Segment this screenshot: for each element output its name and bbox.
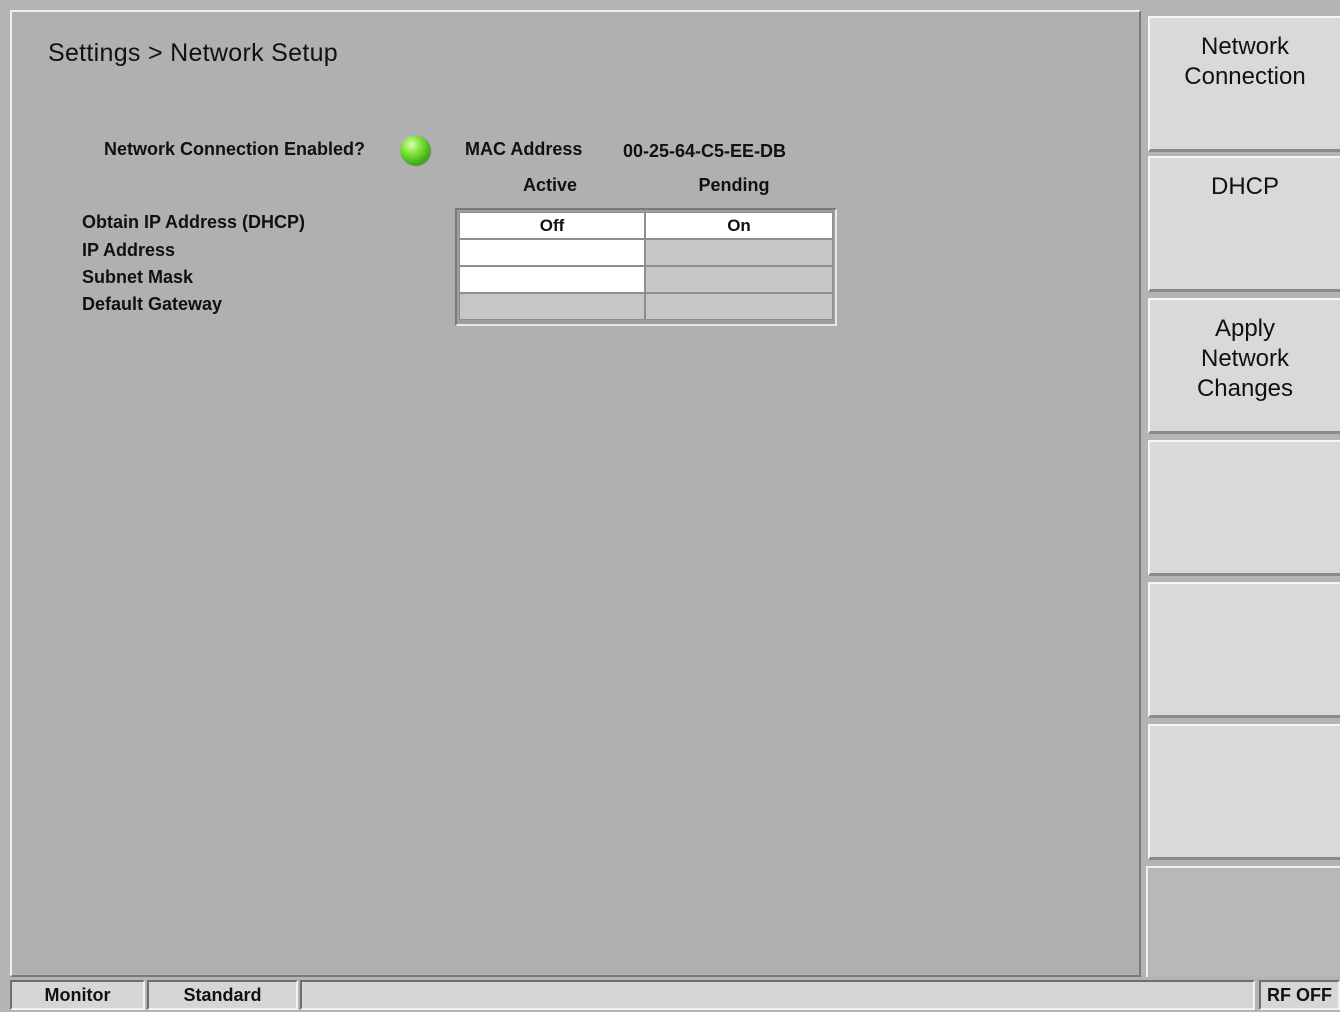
row-label-dhcp: Obtain IP Address (DHCP): [82, 212, 306, 232]
softkey-blank-4: [1148, 440, 1340, 576]
cell-ip-address-active[interactable]: [459, 239, 645, 266]
status-rf: RF OFF: [1259, 980, 1340, 1010]
mac-address-label: MAC Address: [465, 139, 583, 159]
status-mode[interactable]: Monitor: [10, 980, 145, 1010]
softkey-label-line: Network: [1200, 33, 1290, 60]
status-bar: Monitor Standard RF OFF: [0, 977, 1340, 1012]
row-label-default-gateway: Default Gateway: [82, 294, 223, 314]
softkey-label-line: Changes: [1196, 375, 1294, 402]
softkey-info-panel: [1146, 866, 1340, 977]
softkey-label-line: Network: [1200, 345, 1290, 372]
softkey-apply-network-changes[interactable]: Apply Network Changes: [1148, 298, 1340, 434]
softkey-dhcp[interactable]: DHCP: [1148, 156, 1340, 292]
row-label-subnet-mask: Subnet Mask: [82, 267, 194, 287]
status-standard[interactable]: Standard: [147, 980, 298, 1010]
softkey-label-line: DHCP: [1210, 173, 1279, 200]
cell-default-gateway-active[interactable]: [459, 293, 645, 320]
cell-dhcp-pending[interactable]: On: [645, 212, 833, 239]
column-header-pending: Pending: [698, 175, 770, 195]
breadcrumb: Settings > Network Setup: [48, 39, 338, 67]
network-enabled-label: Network Connection Enabled?: [104, 139, 366, 159]
mac-address-value: 00-25-64-C5-EE-DB: [623, 141, 787, 161]
network-status-led-icon: [400, 135, 430, 165]
softkey-network-connection[interactable]: Network Connection: [1148, 16, 1340, 152]
softkey-blank-5: [1148, 582, 1340, 718]
cell-ip-address-pending[interactable]: [645, 239, 833, 266]
softkey-label-line: Connection: [1184, 63, 1306, 90]
cell-default-gateway-pending[interactable]: [645, 293, 833, 320]
row-label-ip-address: IP Address: [82, 240, 176, 260]
status-message: [300, 980, 1255, 1010]
settings-table: Off On: [455, 208, 837, 326]
cell-subnet-mask-pending[interactable]: [645, 266, 833, 293]
sidebar-separator: [1141, 0, 1148, 977]
softkey-blank-6: [1148, 724, 1340, 860]
cell-dhcp-active[interactable]: Off: [459, 212, 645, 239]
column-header-active: Active: [522, 175, 578, 195]
cell-subnet-mask-active[interactable]: [459, 266, 645, 293]
softkey-label-line: Apply: [1214, 315, 1276, 342]
